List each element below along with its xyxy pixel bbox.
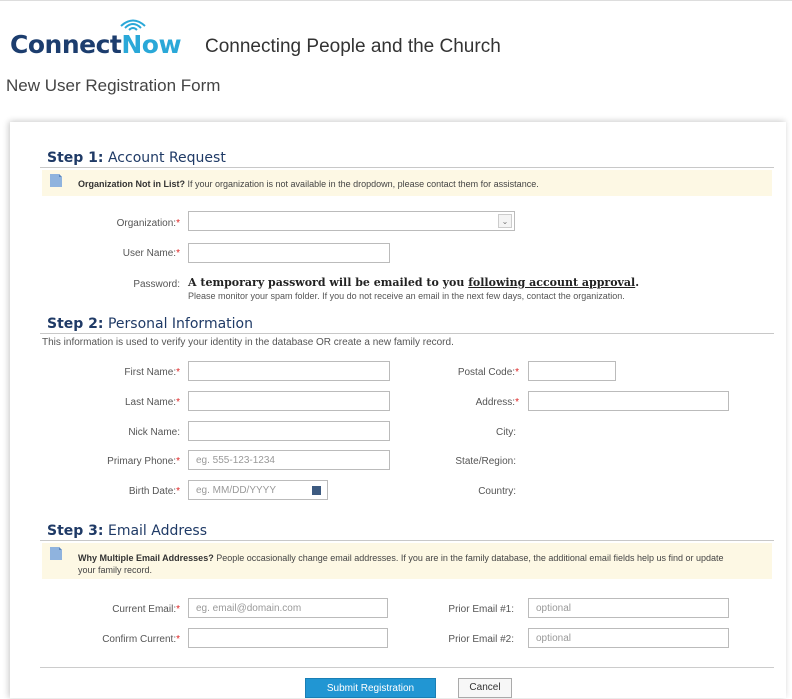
step3-number: Step 3: xyxy=(47,523,104,539)
organization-note-title: Organization Not in List? xyxy=(78,179,185,189)
current-email-label: Current Email:* xyxy=(60,604,180,615)
postal-code-input[interactable] xyxy=(528,361,616,381)
required-marker: * xyxy=(176,604,180,615)
required-marker: * xyxy=(176,456,180,467)
first-name-input[interactable] xyxy=(188,361,390,381)
chevron-down-icon[interactable]: ⌄ xyxy=(498,214,512,228)
page-title: New User Registration Form xyxy=(6,76,221,95)
prior-email-1-label: Prior Email #1: xyxy=(448,604,514,615)
organization-label: Organization:* xyxy=(60,218,180,229)
primary-phone-placeholder: eg. 555-123-1234 xyxy=(196,455,275,466)
step1-heading: Step 1: Account Request xyxy=(47,150,226,166)
required-marker: * xyxy=(176,397,180,408)
prior-email-1-input[interactable]: optional xyxy=(528,598,729,618)
prior-email-1-placeholder: optional xyxy=(536,603,572,614)
email-note: Why Multiple Email Addresses? People occ… xyxy=(42,543,772,579)
current-email-placeholder: eg. email@domain.com xyxy=(196,603,302,614)
primary-phone-label: Primary Phone:* xyxy=(60,456,180,467)
city-label: City: xyxy=(496,427,516,438)
note-icon xyxy=(50,174,62,187)
birth-date-placeholder: eg. MM/DD/YYYY xyxy=(196,485,277,496)
password-info: A temporary password will be emailed to … xyxy=(188,276,639,289)
connectnow-logo[interactable]: ConnectNow xyxy=(10,30,182,59)
password-info-text: A temporary password will be emailed to … xyxy=(188,276,469,289)
prior-email-2-label: Prior Email #2: xyxy=(448,634,514,645)
primary-phone-label-text: Primary Phone: xyxy=(107,456,177,467)
confirm-current-label: Confirm Current:* xyxy=(60,634,180,645)
nick-name-label: Nick Name: xyxy=(128,427,180,438)
step2-heading: Step 2: Personal Information xyxy=(47,316,253,332)
password-label: Password: xyxy=(133,279,180,290)
form-footer-divider xyxy=(40,667,774,668)
confirm-current-label-text: Confirm Current: xyxy=(102,634,177,645)
note-icon xyxy=(50,547,62,560)
organization-label-text: Organization: xyxy=(116,218,177,229)
required-marker: * xyxy=(176,367,180,378)
step2-divider xyxy=(40,333,774,334)
step1-divider xyxy=(40,167,774,168)
account-approval-link[interactable]: following account approval xyxy=(468,276,635,289)
required-marker: * xyxy=(176,486,180,497)
email-note-title: Why Multiple Email Addresses? xyxy=(78,553,214,563)
first-name-label: First Name:* xyxy=(60,367,180,378)
step1-title: Account Request xyxy=(107,150,226,166)
top-border xyxy=(0,0,792,1)
step3-divider xyxy=(40,540,774,541)
prior-email-2-placeholder: optional xyxy=(536,633,572,644)
last-name-input[interactable] xyxy=(188,391,390,411)
country-label: Country: xyxy=(478,486,516,497)
password-subtext: Please monitor your spam folder. If you … xyxy=(188,291,625,301)
first-name-label-text: First Name: xyxy=(124,367,177,378)
confirm-email-input[interactable] xyxy=(188,628,388,648)
state-region-label: State/Region: xyxy=(455,456,516,467)
address-label: Address:* xyxy=(400,397,519,408)
wifi-signal-icon xyxy=(120,19,146,31)
postal-code-label-text: Postal Code: xyxy=(457,367,516,378)
required-marker: * xyxy=(176,248,180,259)
organization-dropdown[interactable]: ⌄ xyxy=(188,211,515,231)
organization-note-text: If your organization is not available in… xyxy=(185,179,539,189)
primary-phone-input[interactable]: eg. 555-123-1234 xyxy=(188,450,390,470)
step3-heading: Step 3: Email Address xyxy=(47,523,207,539)
birth-date-label-text: Birth Date: xyxy=(128,486,177,497)
step2-title: Personal Information xyxy=(107,316,253,332)
nick-name-input[interactable] xyxy=(188,421,390,441)
logo-text-accent: Now xyxy=(121,30,182,59)
username-label: User Name:* xyxy=(60,248,180,259)
last-name-label: Last Name:* xyxy=(60,397,180,408)
submit-registration-button[interactable]: Submit Registration xyxy=(305,678,436,698)
username-input[interactable] xyxy=(188,243,390,263)
step2-description: This information is used to verify your … xyxy=(42,337,454,348)
required-marker: * xyxy=(515,367,519,378)
birth-date-input[interactable]: eg. MM/DD/YYYY xyxy=(188,480,328,500)
step3-title: Email Address xyxy=(107,523,208,539)
logo-text-main: Connect xyxy=(10,30,122,59)
cancel-button[interactable]: Cancel xyxy=(458,678,512,698)
postal-code-label: Postal Code:* xyxy=(400,367,519,378)
password-info-end: . xyxy=(635,276,640,289)
address-input[interactable] xyxy=(528,391,729,411)
current-email-label-text: Current Email: xyxy=(112,604,177,615)
birth-date-label: Birth Date:* xyxy=(60,486,180,497)
last-name-label-text: Last Name: xyxy=(124,397,177,408)
organization-note: Organization Not in List? If your organi… xyxy=(42,170,772,196)
calendar-icon[interactable] xyxy=(312,486,321,495)
tagline: Connecting People and the Church xyxy=(205,36,501,57)
required-marker: * xyxy=(176,634,180,645)
username-label-text: User Name: xyxy=(122,248,177,259)
step2-number: Step 2: xyxy=(47,316,104,332)
current-email-input[interactable]: eg. email@domain.com xyxy=(188,598,388,618)
step1-number: Step 1: xyxy=(47,150,104,166)
required-marker: * xyxy=(176,218,180,229)
address-label-text: Address: xyxy=(475,397,516,408)
prior-email-2-input[interactable]: optional xyxy=(528,628,729,648)
required-marker: * xyxy=(515,397,519,408)
